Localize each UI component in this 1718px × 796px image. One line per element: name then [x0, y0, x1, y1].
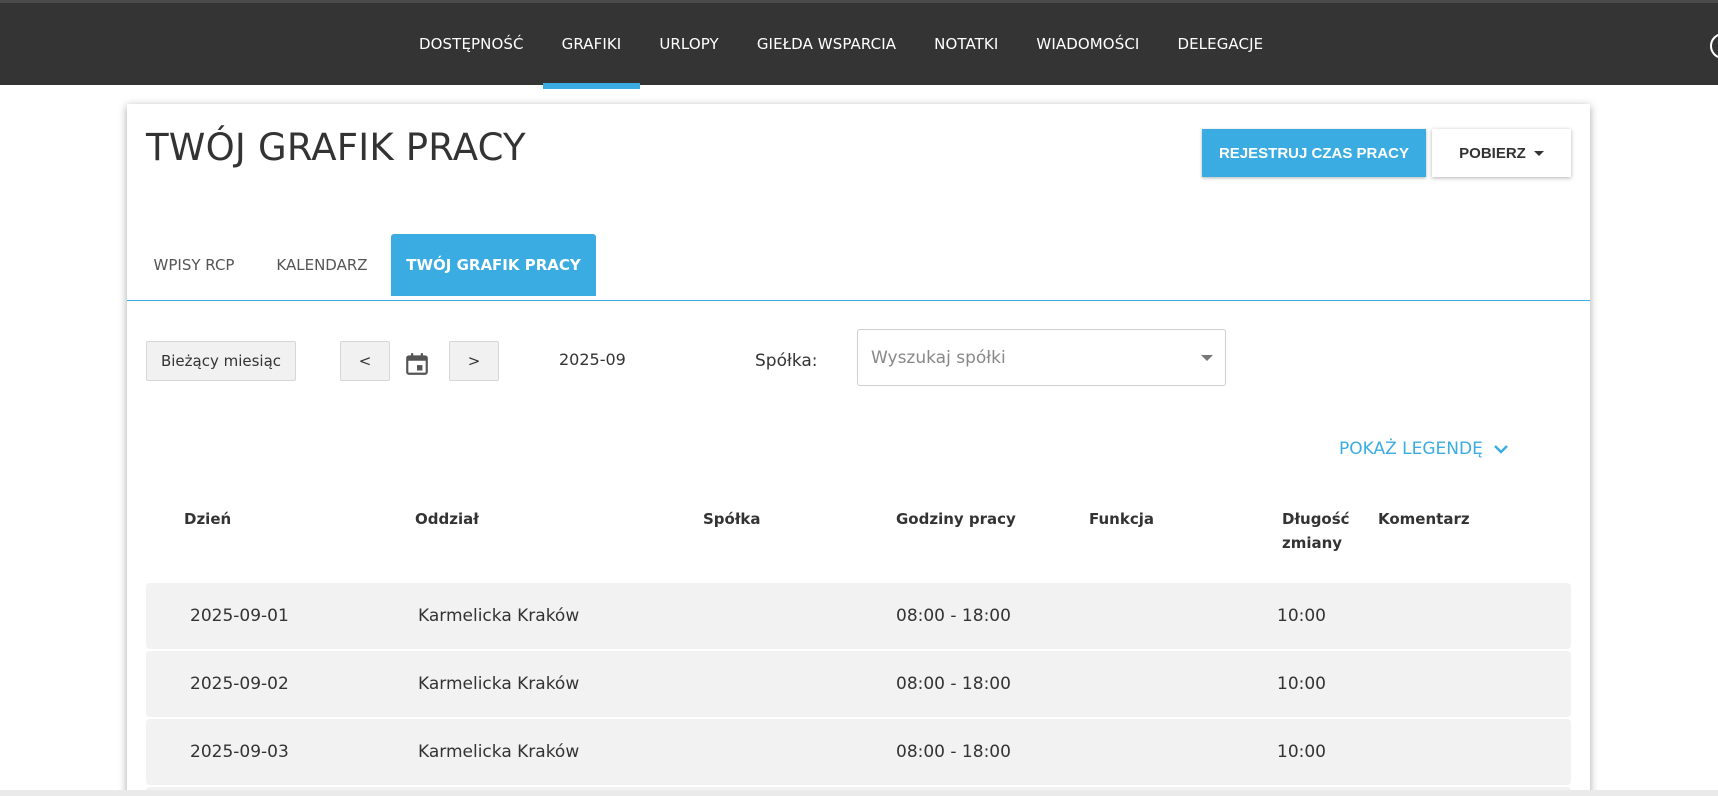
cell-working-hours: 08:00 - 18:00: [896, 674, 1011, 694]
nav-item-gielda-wsparcia[interactable]: GIEŁDA WSPARCIA: [738, 3, 915, 85]
column-header-comment: Komentarz: [1378, 510, 1470, 528]
next-month-button[interactable]: >: [449, 341, 499, 381]
show-legend-label: POKAŻ LEGENDĘ: [1339, 439, 1483, 459]
nav-item-delegacje[interactable]: DELEGACJE: [1158, 3, 1282, 85]
window-bottom-edge: [0, 790, 1718, 796]
nav-item-dostepnosc[interactable]: DOSTĘPNOŚĆ: [400, 3, 543, 85]
cell-branch: Karmelicka Kraków: [418, 606, 580, 626]
previous-month-button[interactable]: <: [340, 341, 390, 381]
download-button-label: POBIERZ: [1459, 144, 1526, 162]
cell-shift-length: 10:00: [1277, 742, 1326, 762]
cell-day: 2025-09-02: [190, 674, 289, 694]
nav-item-urlopy[interactable]: URLOPY: [640, 3, 738, 85]
column-header-day: Dzień: [184, 510, 232, 528]
cell-shift-length: 10:00: [1277, 606, 1326, 626]
current-month-button[interactable]: Bieżący miesiąc: [146, 341, 296, 381]
user-menu-icon[interactable]: [1710, 33, 1718, 59]
cell-day: 2025-09-03: [190, 742, 289, 762]
column-header-working-hours: Godziny pracy: [896, 510, 1016, 528]
column-header-shift-length: Długość zmiany: [1282, 507, 1350, 555]
cell-day: 2025-09-01: [190, 606, 289, 626]
table-row[interactable]: 2025-09-01 Karmelicka Kraków 08:00 - 18:…: [146, 583, 1571, 649]
tab-twoj-grafik-pracy[interactable]: TWÓJ GRAFIK PRACY: [391, 234, 596, 296]
cell-branch: Karmelicka Kraków: [418, 742, 580, 762]
calendar-icon[interactable]: [404, 351, 430, 377]
company-search-placeholder: Wyszukaj spółki: [871, 347, 1006, 368]
cell-working-hours: 08:00 - 18:00: [896, 742, 1011, 762]
nav-item-grafiki[interactable]: GRAFIKI: [542, 3, 641, 89]
cell-branch: Karmelicka Kraków: [418, 674, 580, 694]
column-header-branch: Oddział: [415, 510, 479, 528]
schedule-card: TWÓJ GRAFIK PRACY REJESTRUJ CZAS PRACY P…: [127, 104, 1590, 796]
company-label: Spółka:: [755, 351, 818, 371]
top-navigation-bar: DOSTĘPNOŚĆ GRAFIKI URLOPY GIEŁDA WSPARCI…: [0, 0, 1718, 89]
column-header-company: Spółka: [703, 510, 761, 528]
download-button[interactable]: POBIERZ: [1432, 129, 1571, 177]
selected-month: 2025-09: [559, 350, 626, 369]
show-legend-toggle[interactable]: POKAŻ LEGENDĘ: [1339, 439, 1509, 459]
table-row[interactable]: 2025-09-03 Karmelicka Kraków 08:00 - 18:…: [146, 719, 1571, 785]
tab-kalendarz[interactable]: KALENDARZ: [257, 234, 387, 296]
company-search-select[interactable]: Wyszukaj spółki: [857, 329, 1226, 386]
cell-shift-length: 10:00: [1277, 674, 1326, 694]
shift-length-header-line1: Długość: [1282, 510, 1350, 528]
dropdown-caret-icon: [1201, 355, 1213, 361]
shift-length-header-line2: zmiany: [1282, 534, 1343, 552]
tab-wpisy-rcp[interactable]: WPISY RCP: [133, 234, 255, 296]
view-tabs: WPISY RCP KALENDARZ TWÓJ GRAFIK PRACY: [127, 234, 1590, 301]
page-title: TWÓJ GRAFIK PRACY: [146, 126, 526, 169]
nav-item-notatki[interactable]: NOTATKI: [915, 3, 1017, 85]
register-work-time-button[interactable]: REJESTRUJ CZAS PRACY: [1202, 129, 1426, 177]
nav-item-wiadomosci[interactable]: WIADOMOŚCI: [1017, 3, 1158, 85]
main-nav: DOSTĘPNOŚĆ GRAFIKI URLOPY GIEŁDA WSPARCI…: [400, 3, 1282, 89]
chevron-down-icon: [1493, 445, 1508, 454]
table-row[interactable]: 2025-09-02 Karmelicka Kraków 08:00 - 18:…: [146, 651, 1571, 717]
column-header-function: Funkcja: [1089, 510, 1154, 528]
caret-down-icon: [1533, 150, 1544, 156]
cell-working-hours: 08:00 - 18:00: [896, 606, 1011, 626]
